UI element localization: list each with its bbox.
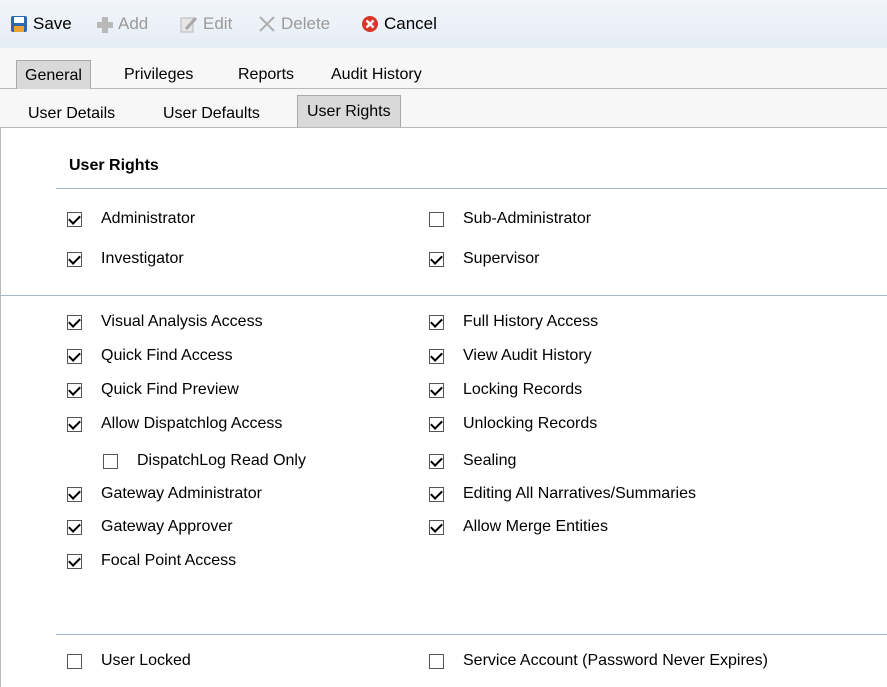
edit-button[interactable]: Edit xyxy=(180,13,232,35)
checkbox-supervisor[interactable]: Supervisor xyxy=(429,248,539,270)
delete-label: Delete xyxy=(281,14,331,33)
checkbox-box[interactable] xyxy=(429,486,444,502)
checkbox-label: Full History Access xyxy=(463,313,599,330)
checkbox-quick-find-preview[interactable]: Quick Find Preview xyxy=(67,379,239,401)
checkbox-label: Editing All Narratives/Summaries xyxy=(463,485,696,502)
checkbox-label: Allow Merge Entities xyxy=(463,518,608,535)
checkbox-box[interactable] xyxy=(429,416,444,432)
checkbox-sub-administrator[interactable]: Sub-Administrator xyxy=(429,208,591,230)
checkbox-unlocking-records[interactable]: Unlocking Records xyxy=(429,413,597,435)
checkbox-label: Quick Find Access xyxy=(101,347,233,364)
tab-user-defaults[interactable]: User Defaults xyxy=(163,103,260,125)
toolbar: Save Add Edit Delete Cancel xyxy=(0,0,887,49)
divider-top xyxy=(56,188,887,189)
checkbox-label: User Locked xyxy=(101,652,191,669)
tab-user-rights[interactable]: User Rights xyxy=(297,95,401,127)
checkbox-locking-records[interactable]: Locking Records xyxy=(429,379,582,401)
divider-bottom xyxy=(56,634,887,635)
checkbox-quick-find-access[interactable]: Quick Find Access xyxy=(67,345,233,367)
checkbox-box[interactable] xyxy=(67,653,82,669)
checkbox-focal-point-access[interactable]: Focal Point Access xyxy=(67,550,236,572)
main-tab-strip: General Privileges Reports Audit History xyxy=(0,48,887,90)
checkbox-editing-all-narratives[interactable]: Editing All Narratives/Summaries xyxy=(429,483,696,505)
sub-tab-strip: User Details User Defaults User Rights xyxy=(0,89,887,128)
checkbox-investigator[interactable]: Investigator xyxy=(67,248,184,270)
checkbox-box[interactable] xyxy=(429,314,444,330)
checkbox-allow-merge-entities[interactable]: Allow Merge Entities xyxy=(429,516,608,538)
checkbox-gateway-administrator[interactable]: Gateway Administrator xyxy=(67,483,262,505)
divider-middle xyxy=(0,295,887,296)
checkbox-sealing[interactable]: Sealing xyxy=(429,450,516,472)
checkbox-label: Gateway Approver xyxy=(101,518,233,535)
checkbox-box[interactable] xyxy=(103,453,118,469)
checkbox-label: Investigator xyxy=(101,250,184,267)
checkbox-label: Gateway Administrator xyxy=(101,485,262,502)
tab-audit-history[interactable]: Audit History xyxy=(331,64,422,86)
checkbox-box[interactable] xyxy=(429,348,444,364)
delete-icon xyxy=(258,15,276,33)
tab-general[interactable]: General xyxy=(16,60,91,90)
checkbox-box[interactable] xyxy=(67,211,82,227)
checkbox-service-account[interactable]: Service Account (Password Never Expires) xyxy=(429,650,768,672)
checkbox-label: Service Account (Password Never Expires) xyxy=(463,652,768,669)
checkbox-label: Focal Point Access xyxy=(101,552,237,569)
checkbox-box[interactable] xyxy=(429,519,444,535)
save-label: Save xyxy=(33,14,72,33)
checkbox-box[interactable] xyxy=(67,314,82,330)
checkbox-label: View Audit History xyxy=(463,347,592,364)
checkbox-gateway-approver[interactable]: Gateway Approver xyxy=(67,516,233,538)
save-button[interactable]: Save xyxy=(10,13,72,35)
checkbox-box[interactable] xyxy=(429,382,444,398)
checkbox-full-history-access[interactable]: Full History Access xyxy=(429,311,598,333)
checkbox-label: Quick Find Preview xyxy=(101,381,239,398)
checkbox-dispatchlog-read-only[interactable]: DispatchLog Read Only xyxy=(103,450,306,472)
edit-icon xyxy=(180,15,198,33)
checkbox-box[interactable] xyxy=(429,653,444,669)
add-icon xyxy=(95,15,113,33)
checkbox-label: Supervisor xyxy=(463,250,540,267)
add-button[interactable]: Add xyxy=(95,13,148,35)
checkbox-visual-analysis-access[interactable]: Visual Analysis Access xyxy=(67,311,263,333)
cancel-label: Cancel xyxy=(384,14,437,33)
checkbox-box[interactable] xyxy=(67,348,82,364)
edit-label: Edit xyxy=(203,14,233,33)
checkbox-label: DispatchLog Read Only xyxy=(137,452,306,469)
checkbox-box[interactable] xyxy=(67,553,82,569)
tab-user-details[interactable]: User Details xyxy=(28,103,115,125)
checkbox-box[interactable] xyxy=(67,519,82,535)
delete-button[interactable]: Delete xyxy=(258,13,330,35)
checkbox-administrator[interactable]: Administrator xyxy=(67,208,195,230)
checkbox-box[interactable] xyxy=(67,416,82,432)
save-icon xyxy=(10,15,28,33)
checkbox-label: Administrator xyxy=(101,210,196,227)
checkbox-view-audit-history[interactable]: View Audit History xyxy=(429,345,592,367)
checkbox-box[interactable] xyxy=(67,382,82,398)
cancel-button[interactable]: Cancel xyxy=(361,13,437,35)
checkbox-label: Sealing xyxy=(463,452,517,469)
cancel-icon xyxy=(361,15,379,33)
checkbox-user-locked[interactable]: User Locked xyxy=(67,650,191,672)
section-title: User Rights xyxy=(69,157,159,174)
checkbox-box[interactable] xyxy=(429,251,444,267)
tab-reports[interactable]: Reports xyxy=(238,64,294,86)
tab-privileges[interactable]: Privileges xyxy=(124,64,193,86)
checkbox-allow-dispatchlog-access[interactable]: Allow Dispatchlog Access xyxy=(67,413,282,435)
checkbox-label: Allow Dispatchlog Access xyxy=(101,415,283,432)
checkbox-label: Visual Analysis Access xyxy=(101,313,263,330)
checkbox-label: Unlocking Records xyxy=(463,415,598,432)
checkbox-box[interactable] xyxy=(67,486,82,502)
checkbox-box[interactable] xyxy=(429,453,444,469)
checkbox-box[interactable] xyxy=(429,211,444,227)
checkbox-label: Locking Records xyxy=(463,381,583,398)
checkbox-label: Sub-Administrator xyxy=(463,210,592,227)
checkbox-box[interactable] xyxy=(67,251,82,267)
add-label: Add xyxy=(118,14,149,33)
